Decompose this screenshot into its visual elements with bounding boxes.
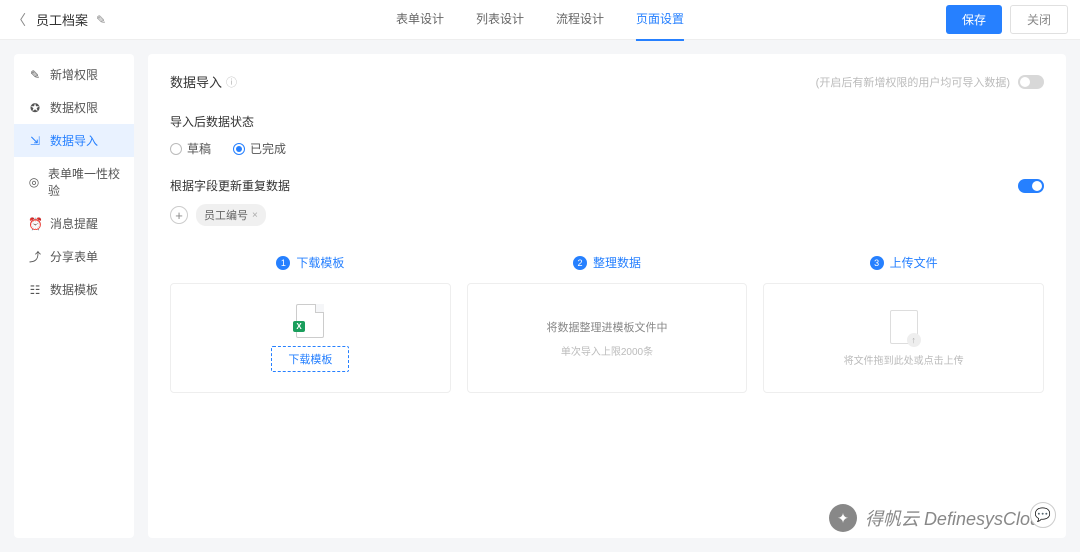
step-download: 1 下载模板 X 下载模板 [170,254,451,393]
sidebar-item-label: 消息提醒 [50,215,98,232]
sidebar-item-share[interactable]: ⤴ 分享表单 [14,240,134,273]
tab-page-settings[interactable]: 页面设置 [636,0,684,41]
sidebar-item-label: 分享表单 [50,248,98,265]
tab-list-design[interactable]: 列表设计 [476,0,524,41]
step-num-icon: 2 [573,256,587,270]
sidebar-item-data-perm[interactable]: ✪ 数据权限 [14,91,134,124]
sidebar-item-unique[interactable]: ◎ 表单唯一性校验 [14,157,134,207]
sidebar-item-label: 表单唯一性校验 [48,165,120,199]
enable-hint: (开启后有新增权限的用户均可导入数据) [816,74,1044,90]
page-title: 员工档案 [36,10,88,29]
reminder-icon: ⏰ [28,217,42,231]
main-panel: 数据导入 ⓘ (开启后有新增权限的用户均可导入数据) 导入后数据状态 草稿 已完… [148,54,1066,538]
info-icon[interactable]: ⓘ [226,74,237,90]
save-button[interactable]: 保存 [946,5,1002,34]
sidebar-item-label: 数据导入 [50,132,98,149]
tab-flow-design[interactable]: 流程设计 [556,0,604,41]
dedupe-tag: 员工编号 × [196,204,266,226]
sidebar-item-new-perm[interactable]: ✎ 新增权限 [14,58,134,91]
plus-perm-icon: ✎ [28,68,42,82]
upload-file-icon [890,310,918,344]
step-num-icon: 1 [276,256,290,270]
share-icon: ⤴ [28,248,42,265]
enable-import-toggle[interactable] [1018,75,1044,89]
dedupe-toggle[interactable] [1018,179,1044,193]
chat-bubble-icon[interactable]: 💬 [1030,502,1056,528]
download-card: X 下载模板 [170,283,451,393]
radio-completed[interactable]: 已完成 [233,140,286,157]
sidebar-item-label: 新增权限 [50,66,98,83]
sidebar-item-import[interactable]: ⇲ 数据导入 [14,124,134,157]
step-organize: 2 整理数据 将数据整理进模板文件中 单次导入上限2000条 [467,254,748,393]
radio-draft[interactable]: 草稿 [170,140,211,157]
close-button[interactable]: 关闭 [1010,5,1068,34]
step-num-icon: 3 [870,256,884,270]
organize-card: 将数据整理进模板文件中 单次导入上限2000条 [467,283,748,393]
status-label: 导入后数据状态 [170,113,1044,130]
edit-icon[interactable]: ✎ [96,13,106,27]
sidebar-item-template[interactable]: ☷ 数据模板 [14,273,134,306]
sidebar-item-label: 数据权限 [50,99,98,116]
upload-card[interactable]: 将文件拖到此处或点击上传 [763,283,1044,393]
radio-circle-icon [170,143,182,155]
radio-circle-icon [233,143,245,155]
template-icon: ☷ [28,283,42,297]
download-template-button[interactable]: 下载模板 [271,346,349,372]
sidebar-item-reminder[interactable]: ⏰ 消息提醒 [14,207,134,240]
tab-form-design[interactable]: 表单设计 [396,0,444,41]
app-header: 〈 员工档案 ✎ 表单设计 列表设计 流程设计 页面设置 保存 关闭 [0,0,1080,40]
sidebar-item-label: 数据模板 [50,281,98,298]
dedupe-label: 根据字段更新重复数据 [170,177,290,194]
remove-tag-icon[interactable]: × [252,210,258,221]
step-upload: 3 上传文件 将文件拖到此处或点击上传 [763,254,1044,393]
sidebar: ✎ 新增权限 ✪ 数据权限 ⇲ 数据导入 ◎ 表单唯一性校验 ⏰ 消息提醒 ⤴ … [14,54,134,538]
back-arrow-icon[interactable]: 〈 [12,10,28,30]
import-icon: ⇲ [28,134,42,148]
data-perm-icon: ✪ [28,101,42,115]
nav-tabs: 表单设计 列表设计 流程设计 页面设置 [396,0,684,41]
unique-icon: ◎ [28,175,40,189]
excel-file-icon: X [296,304,324,338]
add-field-button[interactable]: + [170,206,188,224]
section-title: 数据导入 ⓘ [170,72,237,91]
